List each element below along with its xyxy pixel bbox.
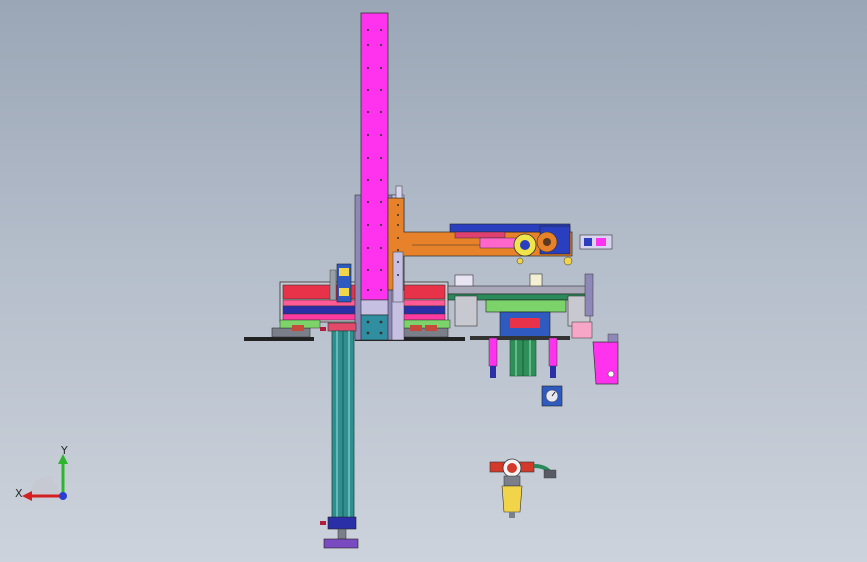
- regulator-icon: [489, 458, 557, 518]
- end-sensor: [579, 234, 613, 250]
- gripper-fingers: [488, 337, 558, 378]
- axis-label-y: Y: [60, 444, 68, 457]
- vertical-air-cylinder: [320, 322, 359, 549]
- side-bracket: [592, 333, 619, 385]
- sensor-block: [329, 263, 352, 303]
- gauge-icon: [541, 385, 563, 407]
- cad-viewport[interactable]: Y X: [0, 0, 867, 562]
- vertical-column: [360, 12, 389, 341]
- triad-icon: Y X: [15, 444, 68, 501]
- axis-label-x: X: [15, 487, 23, 500]
- gripper-frame: [447, 273, 594, 340]
